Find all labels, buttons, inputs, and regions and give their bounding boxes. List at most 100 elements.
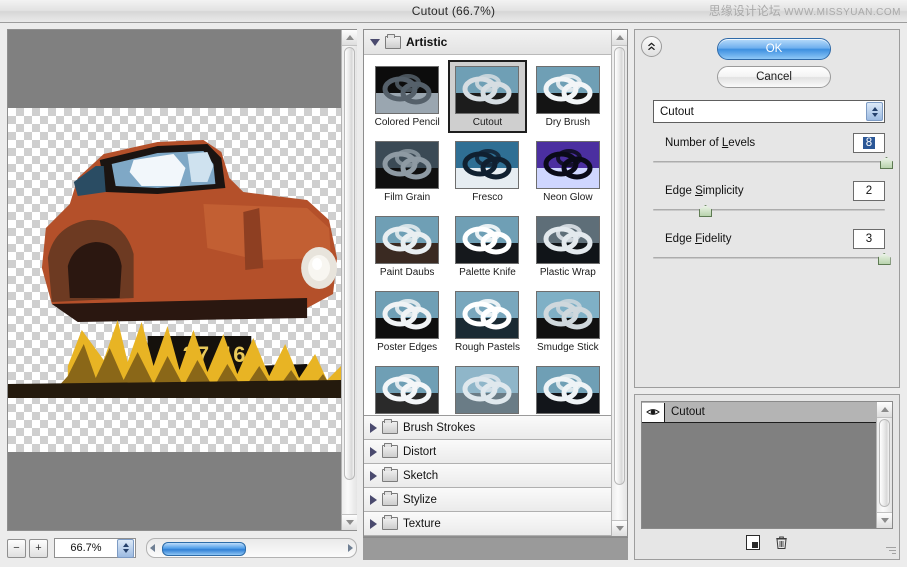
delete-effect-layer-button[interactable]: [774, 536, 788, 550]
double-chevron-up-icon: [648, 42, 655, 51]
category-row-stylize[interactable]: Stylize: [364, 488, 611, 512]
effect-layers-inner: Cutout: [642, 402, 876, 528]
triangle-closed-icon[interactable]: [370, 518, 377, 529]
effect-layer-row[interactable]: Cutout: [642, 402, 876, 423]
effect-layers-empty-area[interactable]: [642, 423, 876, 528]
param-slider[interactable]: [653, 157, 893, 169]
canvas-bottom-band: [8, 452, 341, 530]
filter-thumbnail-art: [536, 367, 599, 413]
category-row-texture[interactable]: Texture: [364, 512, 611, 536]
effect-layers-toolbar: [641, 529, 893, 553]
filter-thumbnail-palette-knife[interactable]: Palette Knife: [448, 210, 526, 283]
thumbnail-label: Poster Edges: [377, 342, 438, 353]
zoom-in-button[interactable]: +: [29, 538, 48, 558]
thumbnail-image: [535, 366, 600, 414]
thumbnail-label: Palette Knife: [459, 267, 516, 278]
filter-thumbnail-art: [376, 217, 439, 263]
param-value-field[interactable]: 2: [853, 181, 885, 201]
preview-scroll-down-button[interactable]: [342, 514, 357, 530]
triangle-closed-icon[interactable]: [370, 446, 377, 457]
param-label: Number of Levels: [665, 137, 756, 149]
watermark: 思缘设计论坛 WWW.MISSYUAN.COM: [709, 0, 901, 24]
filter-thumbnail-fresco[interactable]: Fresco: [448, 135, 526, 208]
category-row-distort[interactable]: Distort: [364, 440, 611, 464]
preview-vertical-scrollbar[interactable]: [341, 30, 357, 530]
layers-scroll-up-button[interactable]: [877, 402, 892, 418]
visibility-eye-icon[interactable]: [642, 402, 665, 422]
filter-thumbnail-underpainting[interactable]: Underpainting: [448, 360, 526, 415]
filter-thumbnail-poster-edges[interactable]: Poster Edges: [368, 285, 446, 358]
gallery-scroll-thumb[interactable]: [614, 47, 625, 486]
filter-thumbnail-watercolor[interactable]: Watercolor: [529, 360, 607, 415]
triangle-open-icon[interactable]: [370, 38, 380, 46]
resize-grip-icon[interactable]: [884, 545, 896, 557]
slider-handle[interactable]: [880, 157, 893, 169]
param-value-field[interactable]: 3: [853, 229, 885, 249]
dropdown-stepper-icon[interactable]: [866, 102, 883, 121]
filter-thumbnail-dry-brush[interactable]: Dry Brush: [529, 60, 607, 133]
thumbnail-image: [455, 141, 520, 189]
layers-scroll-thumb[interactable]: [879, 419, 890, 508]
chevron-right-icon[interactable]: [348, 544, 353, 552]
filter-name-dropdown[interactable]: Cutout: [653, 100, 885, 123]
gallery-scroll-up-button[interactable]: [612, 30, 627, 46]
gallery-scroll-track[interactable]: [612, 46, 627, 520]
chevron-left-icon[interactable]: [150, 544, 155, 552]
filter-name-value: Cutout: [660, 105, 694, 118]
chevron-down-icon: [615, 526, 624, 531]
slider-handle[interactable]: [877, 253, 891, 265]
layers-scroll-track[interactable]: [877, 418, 892, 512]
filter-thumbnail-film-grain[interactable]: Film Grain: [368, 135, 446, 208]
thumbnail-label: Colored Pencil: [374, 117, 440, 128]
triangle-closed-icon[interactable]: [370, 422, 377, 433]
filter-thumbnail-neon-glow[interactable]: Neon Glow: [529, 135, 607, 208]
zoom-stepper[interactable]: [117, 538, 134, 558]
thumbnail-image: [375, 216, 440, 264]
ok-button[interactable]: OK: [717, 38, 831, 60]
preview-scroll-up-button[interactable]: [342, 30, 357, 46]
watermark-cn: 思缘设计论坛: [708, 4, 781, 18]
filter-thumbnail-colored-pencil[interactable]: Colored Pencil: [368, 60, 446, 133]
param-slider[interactable]: [653, 253, 891, 265]
filter-thumbnail-plastic-wrap[interactable]: Plastic Wrap: [529, 210, 607, 283]
hscroll-thumb[interactable]: [161, 542, 246, 556]
triangle-closed-icon[interactable]: [370, 494, 377, 505]
thumbnail-label: Film Grain: [384, 192, 431, 203]
cancel-button[interactable]: Cancel: [717, 66, 831, 88]
gallery-vertical-scrollbar[interactable]: [611, 30, 627, 536]
filter-thumbnail-smudge-stick[interactable]: Smudge Stick: [529, 285, 607, 358]
preview-scroll-thumb[interactable]: [344, 47, 355, 480]
preview-scroll-track[interactable]: [342, 46, 357, 514]
layers-vertical-scrollbar[interactable]: [876, 402, 892, 528]
zoom-level-field[interactable]: 66.7%: [54, 538, 136, 558]
truck-preview-image: A 27 462: [8, 140, 341, 398]
param-slider[interactable]: [653, 205, 885, 217]
param-value-field[interactable]: 8: [853, 133, 885, 153]
filter-thumbnail-grid: Colored Pencil Cutout Dry Brush Film Gra…: [364, 55, 611, 415]
gallery-scroll-down-button[interactable]: [612, 520, 627, 536]
layers-scroll-down-button[interactable]: [877, 512, 892, 528]
zoom-out-button[interactable]: −: [7, 538, 26, 558]
collapse-panel-button[interactable]: [641, 36, 662, 57]
preview-canvas[interactable]: A 27 462: [8, 30, 341, 530]
thumbnail-label: Cutout: [472, 117, 503, 128]
thumbnail-image: [375, 66, 440, 114]
chevron-down-icon: [345, 520, 354, 525]
canvas-top-band: [8, 30, 341, 108]
stepper-up-icon: [122, 543, 129, 547]
thumbnail-image: [455, 366, 520, 414]
filter-thumbnail-art: [376, 67, 439, 113]
filter-thumbnail-cutout[interactable]: Cutout: [448, 60, 527, 133]
preview-horizontal-scrollbar[interactable]: [146, 538, 357, 558]
action-buttons: OK Cancel: [645, 38, 889, 88]
slider-handle[interactable]: [699, 205, 713, 217]
hscroll-track[interactable]: [158, 542, 345, 556]
category-row-sketch[interactable]: Sketch: [364, 464, 611, 488]
new-effect-layer-button[interactable]: [746, 535, 760, 550]
category-header-artistic[interactable]: Artistic: [364, 30, 611, 55]
filter-thumbnail-paint-daubs[interactable]: Paint Daubs: [368, 210, 446, 283]
filter-thumbnail-rough-pastels[interactable]: Rough Pastels: [448, 285, 526, 358]
filter-thumbnail-sponge[interactable]: Sponge: [368, 360, 446, 415]
triangle-closed-icon[interactable]: [370, 470, 377, 481]
category-row-brush-strokes[interactable]: Brush Strokes: [364, 416, 611, 440]
